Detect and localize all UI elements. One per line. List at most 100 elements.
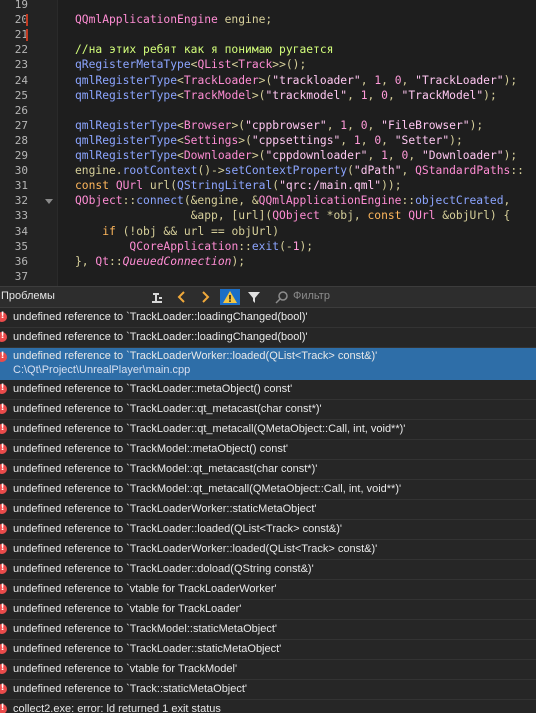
code-editor[interactable]: 1920212223242526272829303132333435363738… [0,0,536,286]
code-token: < [177,133,184,147]
line-number: 21 [14,28,28,42]
code-token: Track [238,58,273,72]
issue-message: undefined reference to `TrackLoader::loa… [13,311,308,323]
code-token: const [75,179,116,193]
code-token: , [326,118,341,132]
issue-row[interactable]: undefined reference to `TrackModel::stat… [0,620,536,640]
code-token: ( [347,164,354,178]
line-number: 28 [14,133,28,147]
code-token: "trackloader" [272,73,361,87]
code-token: , [347,118,361,132]
line-number: 36 [14,254,28,268]
build-issues-icon[interactable] [147,289,167,305]
issue-row[interactable]: undefined reference to `TrackModel::meta… [0,440,536,460]
error-icon [0,443,7,454]
issue-row[interactable]: undefined reference to `vtable for Track… [0,580,536,600]
issue-file-path: C:\Qt\Project\UnrealPlayer\main.cpp [13,364,191,376]
code-line: engine.rootContext()->setContextProperty… [75,164,524,177]
code-token: url( [143,179,178,193]
code-token: TrackModel [183,88,252,102]
code-token: ); [469,118,484,132]
code-token: , [367,149,382,162]
error-icon [0,351,7,362]
code-token: 1 [360,88,368,102]
code-token: const [367,209,409,223]
code-line: &app, [url](QObject *obj, const QUrl &ob… [75,209,511,223]
code-token: )); [381,179,402,193]
line-number: 25 [14,88,28,102]
code-token: ); [503,73,518,87]
code-token: >( [258,73,273,87]
issue-row[interactable]: undefined reference to `TrackLoader::loa… [0,520,536,540]
issue-row[interactable]: undefined reference to `Track::staticMet… [0,680,536,700]
code-token: "qrc:/main.qml" [279,179,382,193]
code-token: QueuedConnection [122,254,232,268]
issue-message: undefined reference to `TrackLoader::met… [13,383,293,395]
line-number: 24 [14,73,28,87]
code-line: qmlRegisterType<Browser>("cppbrowser", 1… [75,119,483,132]
code-token: QQmlApplicationEngine [75,13,218,27]
issue-row[interactable]: undefined reference to `vtable for Track… [0,660,536,680]
warning-filter-icon[interactable] [220,289,240,305]
code-token: QObject [75,194,123,208]
issues-toolbar: Проблемы Фильтр [0,286,536,308]
issue-row[interactable]: undefined reference to `TrackLoader::sta… [0,640,536,660]
funnel-filter-icon[interactable] [244,289,264,305]
code-token: (!obj && url == objUrl) [115,224,280,238]
code-token: :: [401,194,416,208]
issue-row[interactable]: undefined reference to `TrackLoader::qt_… [0,400,536,420]
code-token: < [177,118,184,132]
issue-row[interactable]: undefined reference to `TrackLoader::met… [0,380,536,400]
error-icon [0,423,7,434]
code-token: rootContext [122,164,198,178]
line-number: 30 [14,164,28,178]
code-token: ()-> [197,164,225,178]
code-token: :: [122,194,137,208]
line-number: 31 [14,179,28,193]
code-token: , [347,88,361,102]
code-token: :: [238,239,252,253]
error-icon [0,523,7,534]
issue-row[interactable]: undefined reference to `TrackLoaderWorke… [0,500,536,520]
issue-message: undefined reference to `TrackModel::stat… [13,623,277,635]
issue-message: undefined reference to `TrackLoader::loa… [13,523,343,535]
prev-arrow-icon[interactable] [172,289,192,305]
line-number: 27 [14,118,28,132]
code-token: "FileBrowser" [381,118,470,132]
issue-row[interactable]: undefined reference to `TrackModel::qt_m… [0,480,536,500]
issue-row[interactable]: undefined reference to `TrackLoader::qt_… [0,420,536,440]
error-icon [0,563,7,574]
code-token: ); [483,88,497,102]
fold-toggle-icon[interactable] [45,199,53,205]
issues-list[interactable]: undefined reference to `TrackLoader::loa… [0,308,536,713]
issue-row[interactable]: collect2.exe: error: ld returned 1 exit … [0,700,536,713]
code-token: "trackmodel" [265,88,348,102]
issue-row[interactable]: undefined reference to `TrackLoader::loa… [0,328,536,348]
issue-row[interactable]: undefined reference to `TrackLoader::loa… [0,308,536,328]
code-token: QStringLiteral [177,179,273,193]
issue-message: undefined reference to `TrackLoader::loa… [13,331,308,343]
next-arrow-icon[interactable] [195,289,215,305]
error-icon [0,311,7,322]
code-token: //на этих ребят как я понимаю ругается [75,43,334,57]
code-line: qmlRegisterType<Settings>("cppsettings",… [75,134,463,147]
issue-row[interactable]: undefined reference to `TrackModel::qt_m… [0,460,536,480]
code-token: setContextProperty [224,164,348,178]
code-line: QCoreApplication::exit(-1); [75,240,313,253]
code-line: QQmlApplicationEngine engine; [75,13,272,26]
code-token: QCoreApplication [129,239,239,253]
error-icon [0,483,7,494]
code-token: 0 [381,88,388,102]
code-token: TrackLoader [183,73,259,87]
code-token: QQmlApplicationEngine [258,194,402,208]
issue-row[interactable]: undefined reference to `vtable for Track… [0,600,536,620]
code-token: , [360,133,375,147]
code-token: QUrl [115,179,144,193]
filter-input[interactable]: Фильтр [270,289,534,305]
issue-row[interactable]: undefined reference to `TrackLoader::dol… [0,560,536,580]
issue-row[interactable]: undefined reference to `TrackLoaderWorke… [0,540,536,560]
issue-row[interactable]: undefined reference to `TrackLoaderWorke… [0,348,536,380]
issue-message: undefined reference to `TrackLoader::qt_… [13,423,406,435]
code-token: 1 [381,149,388,162]
code-token: *obj, [319,209,368,223]
